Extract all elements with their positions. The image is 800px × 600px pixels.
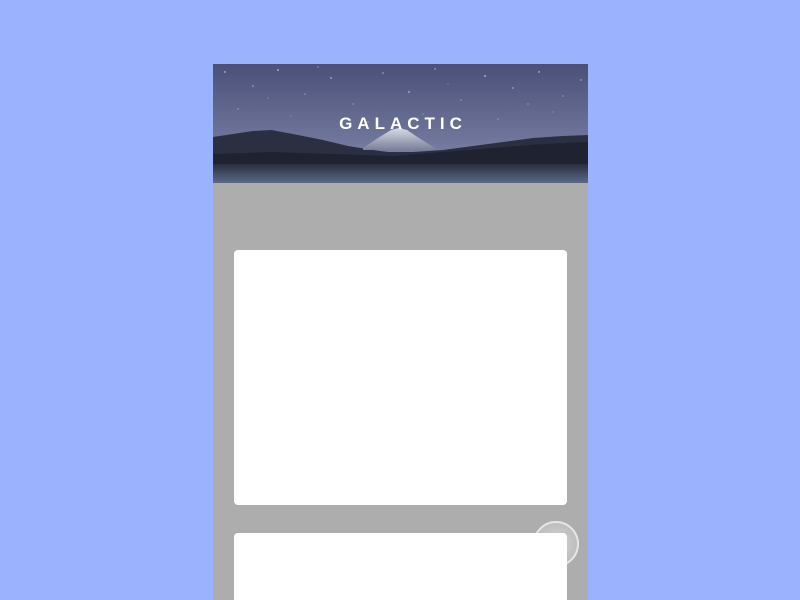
- app-screen: GALACTIC: [213, 64, 588, 600]
- header-hero: GALACTIC: [213, 64, 588, 183]
- app-title: GALACTIC: [339, 114, 467, 133]
- card-1[interactable]: [234, 250, 579, 567]
- card-2[interactable]: [234, 533, 567, 600]
